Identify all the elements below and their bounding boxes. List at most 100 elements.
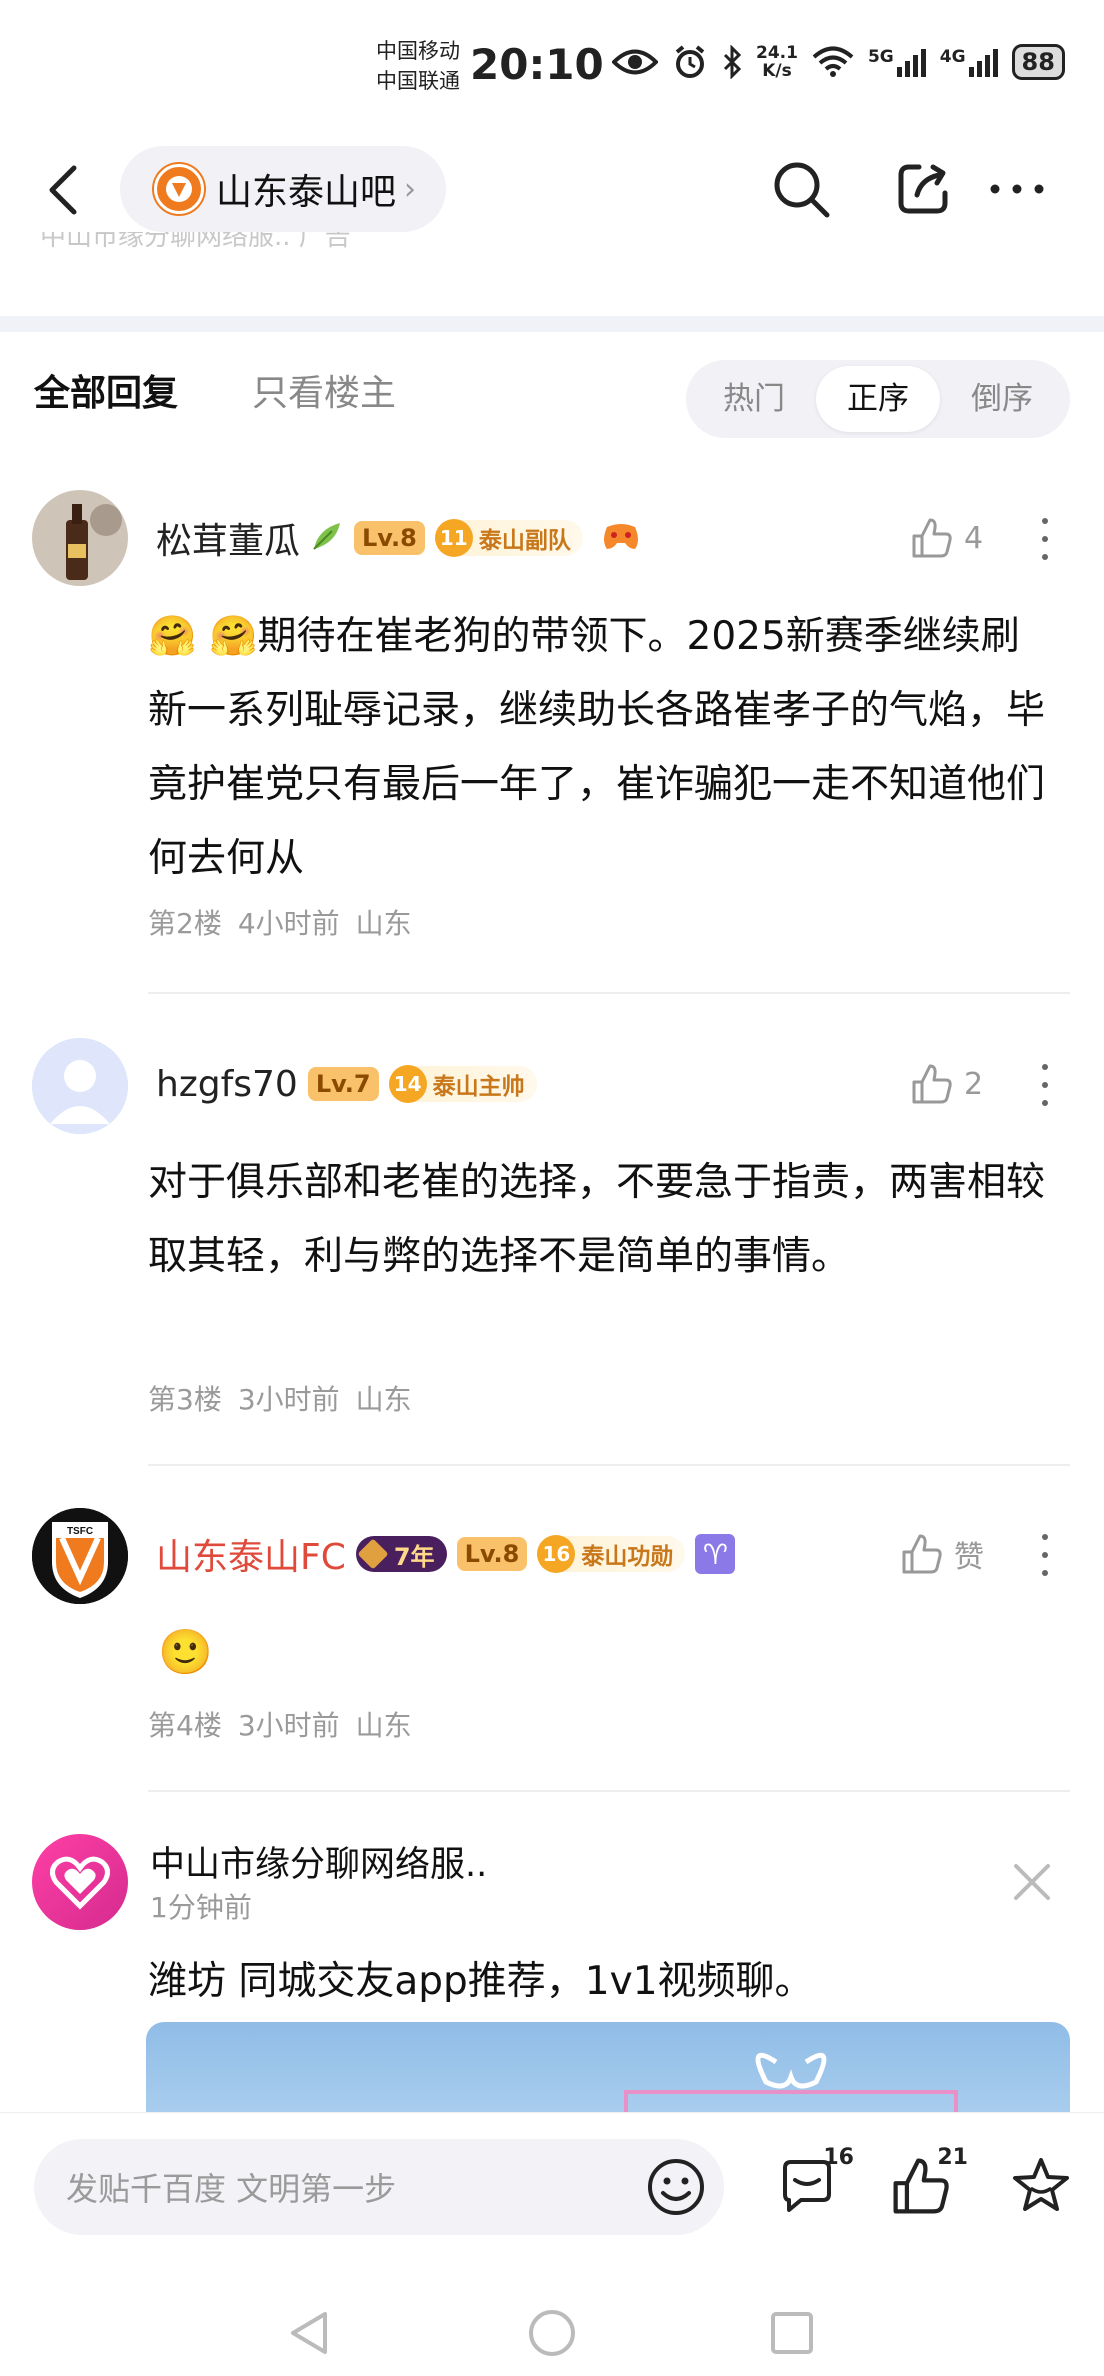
post-location: 山东 <box>355 907 412 940</box>
emoji-button[interactable] <box>636 2147 716 2227</box>
tab-owner-only[interactable]: 只看楼主 <box>252 364 396 416</box>
honor-badge: 16 泰山功勋 <box>537 1535 686 1573</box>
reply-item: 松茸董瓜 Lv.8 11 泰山副队 4 🤗 🤗期待在崔老狗的带领下。2025新赛… <box>0 490 1104 994</box>
section-gap <box>0 316 1104 332</box>
like-count: 4 <box>964 520 984 556</box>
smiley-icon <box>648 2159 704 2215</box>
forum-entry-button[interactable]: 山东泰山吧 › <box>120 146 447 232</box>
forum-name: 山东泰山吧 <box>216 172 397 213</box>
system-back-button[interactable] <box>280 2303 340 2363</box>
svg-text:TSFC: TSFC <box>67 1526 93 1537</box>
sort-hot[interactable]: 热门 <box>692 366 816 432</box>
wifi-icon <box>812 46 854 78</box>
ad-title[interactable]: 中山市缘分聊网络服.. <box>150 1836 487 1887</box>
status-icons: 24.1 K/s 5G 4G 88 <box>612 44 1065 80</box>
ad-text[interactable]: 潍坊 同城交友app推荐，1v1视频聊。 <box>148 1950 814 2006</box>
search-icon <box>774 162 830 218</box>
floor-number: 第2楼 <box>148 907 222 940</box>
gamepad-icon <box>601 519 641 557</box>
username[interactable]: hzgfs70 <box>156 1064 298 1105</box>
eye-icon <box>612 47 658 77</box>
like-button[interactable]: 4 <box>910 508 983 568</box>
floor-number: 第3楼 <box>148 1383 222 1416</box>
divider <box>148 1790 1070 1792</box>
avatar[interactable] <box>32 1038 128 1134</box>
user-line: hzgfs70 Lv.7 14 泰山主帅 <box>156 1054 537 1114</box>
battery-indicator: 88 <box>1011 44 1065 80</box>
honor-number: 14 <box>388 1065 427 1103</box>
level-badge: Lv.7 <box>307 1067 379 1101</box>
carrier-2: 中国联通 <box>376 69 460 93</box>
level-badge: Lv.8 <box>456 1537 528 1571</box>
like-total-count: 21 <box>937 2145 968 2170</box>
membership-years: 7年 <box>393 1542 435 1571</box>
forum-logo-icon <box>154 164 204 214</box>
like-button[interactable]: 2 <box>910 1054 983 1114</box>
post-time: 3小时前 <box>237 1383 340 1416</box>
back-arrow-icon <box>49 165 77 215</box>
reply-item: hzgfs70 Lv.7 14 泰山主帅 2 对于俱乐部和老崔的选择，不要急于指… <box>0 1036 1104 1466</box>
carrier-1: 中国移动 <box>376 39 460 63</box>
honor-badge: 14 泰山主帅 <box>388 1065 537 1103</box>
favorite-button[interactable] <box>1006 2151 1076 2221</box>
comment-input[interactable]: 发贴千百度 文明第一步 <box>34 2139 724 2235</box>
thumbs-up-icon <box>912 1064 952 1104</box>
more-options-button[interactable] <box>982 154 1052 224</box>
reply-text: 🤗 🤗期待在崔老狗的带领下。2025新赛季继续刷新一系列耻辱记录，继续助长各路崔… <box>148 614 1046 881</box>
clock: 20:10 <box>470 40 604 89</box>
level-badge: Lv.8 <box>354 521 425 555</box>
bluetooth-icon <box>722 45 742 79</box>
close-button[interactable] <box>1010 1860 1054 1904</box>
post-time: 3小时前 <box>237 1709 340 1742</box>
square-recents-icon <box>771 2312 813 2354</box>
thumbs-up-icon <box>912 518 952 558</box>
leaf-icon <box>310 519 344 557</box>
gem-icon <box>357 1538 389 1570</box>
avatar[interactable]: TSFC <box>32 1508 128 1604</box>
honor-number: 11 <box>434 519 473 557</box>
post-location: 山东 <box>355 1383 412 1416</box>
reply-filter-row: 全部回复 只看楼主 热门 正序 倒序 <box>0 332 1104 452</box>
like-button[interactable]: 赞 <box>900 1524 984 1584</box>
sort-ascending[interactable]: 正序 <box>816 366 940 432</box>
close-icon <box>1014 1864 1050 1900</box>
scrolled-ad-remnant: 中山市缘分聊网络服.. 广告 <box>40 232 351 252</box>
like-label: 赞 <box>954 1540 984 1575</box>
sort-descending[interactable]: 倒序 <box>940 366 1064 432</box>
thumbs-up-icon <box>902 1534 942 1574</box>
comments-button[interactable]: 16 <box>772 2145 854 2221</box>
status-bar: 中国移动 中国联通 20:10 24.1 K/s 5G 4G 88 <box>0 0 1104 130</box>
system-recents-button[interactable] <box>762 2303 822 2363</box>
reply-item: TSFC 山东泰山FC 7年 Lv.8 16 泰山功勋 ♈ 赞 🙂 第4楼 3小… <box>0 1506 1104 1796</box>
signal-4g-icon: 4G <box>940 47 998 77</box>
username[interactable]: 山东泰山FC <box>156 1528 346 1580</box>
alarm-icon <box>672 44 708 80</box>
bottom-bar: 发贴千百度 文明第一步 16 21 <box>0 2112 1104 2376</box>
post-time: 4小时前 <box>237 907 340 940</box>
avatar[interactable] <box>32 490 128 586</box>
more-horizontal-icon <box>990 184 1044 194</box>
search-button[interactable] <box>766 154 836 224</box>
reply-meta: 第2楼 4小时前 山东 <box>148 902 412 942</box>
reply-meta: 第3楼 3小时前 山东 <box>148 1378 412 1418</box>
post-like-button[interactable]: 21 <box>886 2145 968 2221</box>
reply-meta: 第4楼 3小时前 山东 <box>148 1704 412 1744</box>
sort-toggle: 热门 正序 倒序 <box>686 360 1070 438</box>
post-location: 山东 <box>355 1709 412 1742</box>
divider <box>148 1464 1070 1466</box>
tab-all-replies[interactable]: 全部回复 <box>34 364 178 416</box>
back-button[interactable] <box>40 158 88 222</box>
more-options-icon[interactable] <box>1030 514 1060 564</box>
honor-label: 泰山主帅 <box>432 1074 525 1100</box>
system-home-button[interactable] <box>522 2303 582 2363</box>
reply-text: 对于俱乐部和老崔的选择，不要急于指责，两害相较取其轻，利与弊的选择不是简单的事情… <box>148 1160 1046 1279</box>
ad-avatar[interactable] <box>32 1834 128 1930</box>
triangle-back-icon <box>291 2312 327 2354</box>
more-options-icon[interactable] <box>1030 1530 1060 1580</box>
aries-zodiac-icon: ♈ <box>695 1534 736 1574</box>
honor-label: 泰山功勋 <box>581 1544 674 1570</box>
more-options-icon[interactable] <box>1030 1060 1060 1110</box>
share-button[interactable] <box>888 154 958 224</box>
username[interactable]: 松茸董瓜 <box>156 512 300 564</box>
honor-badge: 11 泰山副队 <box>434 519 583 557</box>
